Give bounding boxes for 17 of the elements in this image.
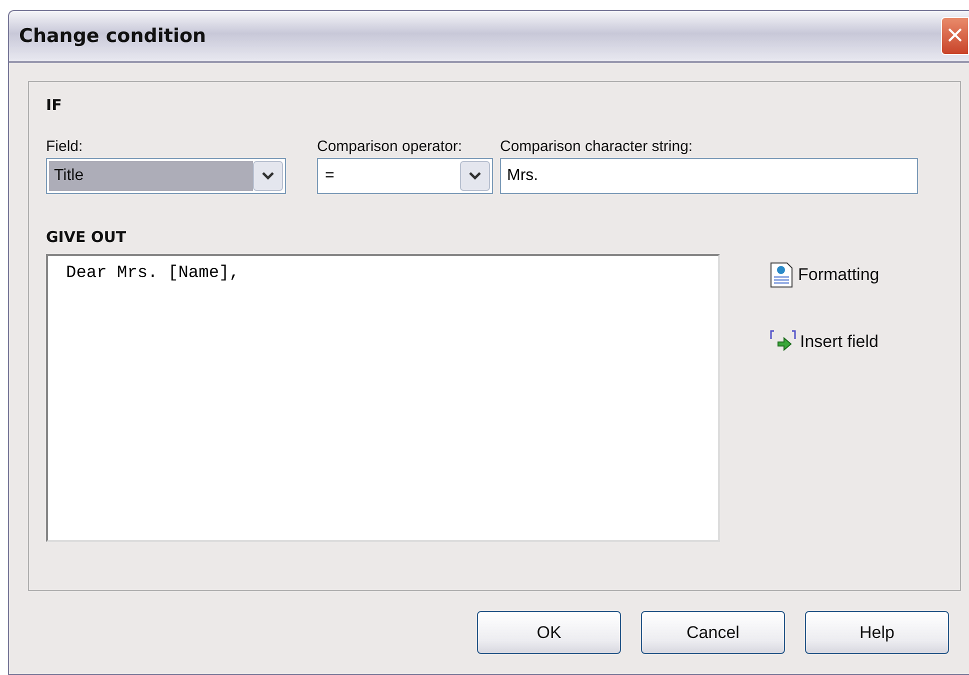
dialog-button[interactable]: OK (477, 611, 621, 654)
field-label: Field: (46, 138, 84, 155)
comparison-string-label: Comparison character string: (500, 138, 694, 155)
window-title: Change condition (19, 25, 206, 47)
dialog-button[interactable]: Cancel (641, 611, 785, 654)
formatting-button[interactable]: Formatting (770, 262, 880, 288)
comparison-string-field[interactable]: Mrs. (500, 158, 918, 194)
section-heading: IF (46, 96, 63, 114)
document-icon (770, 262, 794, 288)
section-heading: GIVE OUT (46, 228, 128, 246)
output-text-area[interactable]: Dear Mrs. [Name], (46, 254, 720, 542)
dialog-button[interactable]: Help (805, 611, 949, 654)
field-dropdown[interactable]: Title (46, 158, 286, 194)
operator-label: Comparison operator: (317, 138, 464, 155)
operator-dropdown[interactable]: = (317, 158, 493, 194)
insert-field-button[interactable]: Insert field (770, 330, 880, 354)
insert-arrow-icon (770, 330, 796, 354)
